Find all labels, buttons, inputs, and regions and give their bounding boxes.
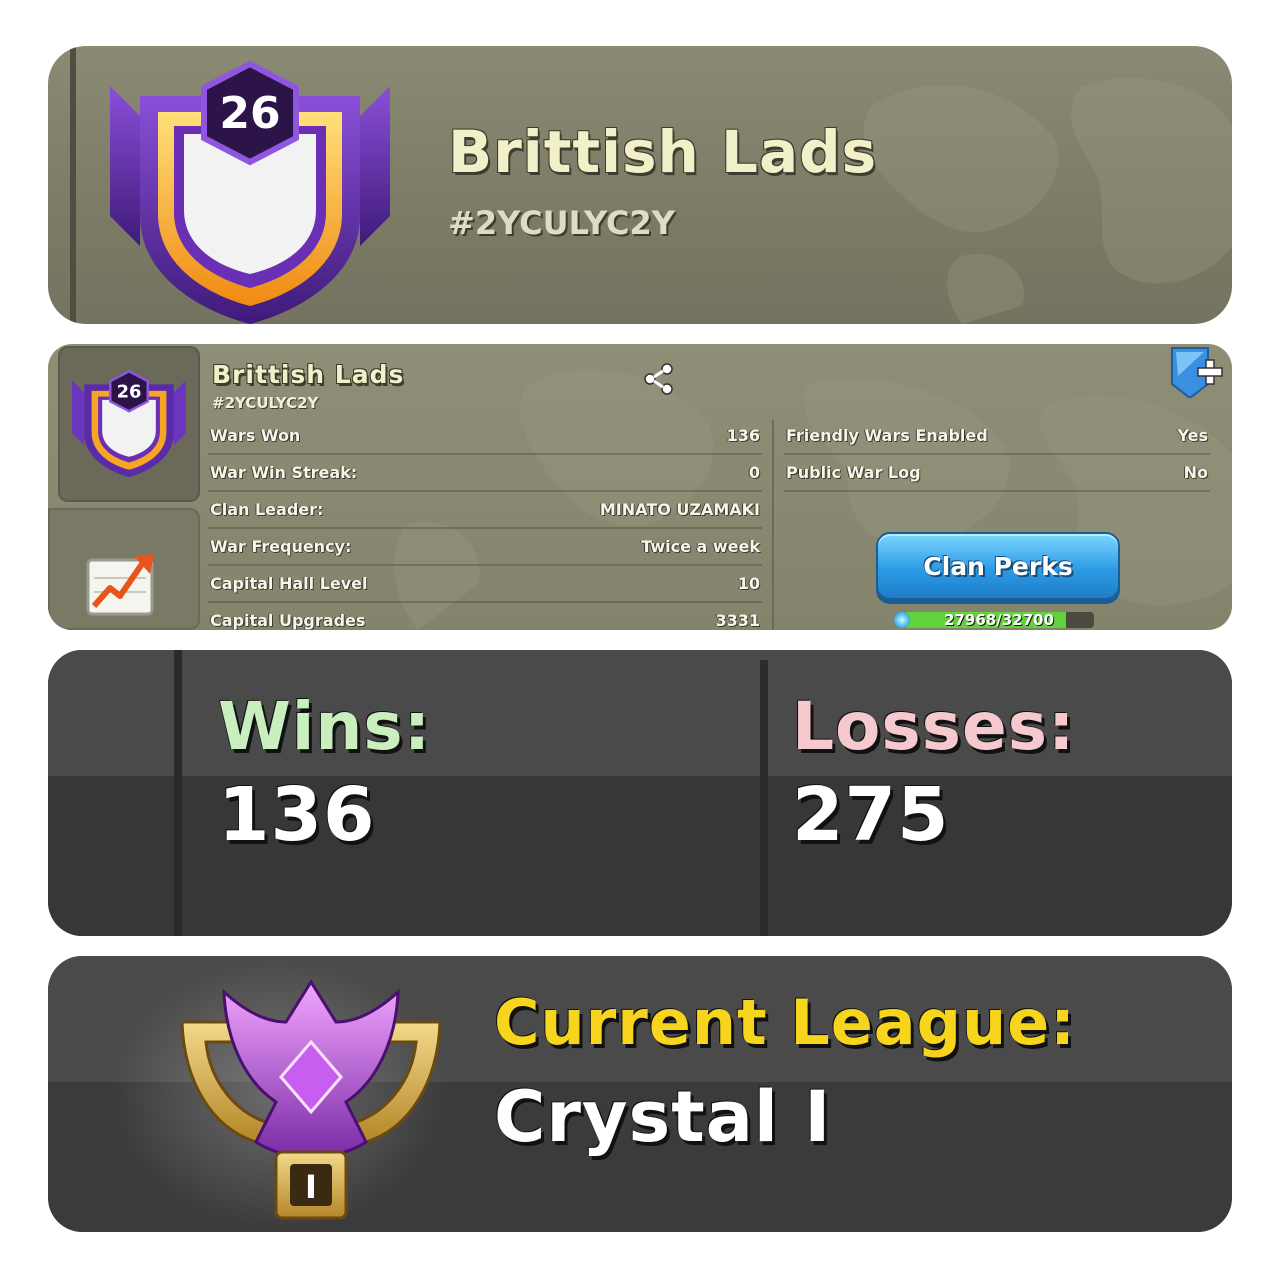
left-divider <box>174 650 182 936</box>
row-value: 136 <box>726 426 760 445</box>
row-value: Yes <box>1177 426 1209 445</box>
current-league-value: Crystal I <box>494 1076 832 1158</box>
row-value: No <box>1183 463 1208 482</box>
clan-header-panel: 26 Brittish Lads #2YCULYC2Y <box>48 46 1232 324</box>
losses-label: Losses: <box>792 688 1076 765</box>
crystal-league-icon: I <box>180 979 442 1220</box>
row-wars-won: Wars Won 136 <box>208 418 762 455</box>
wins-label: Wins: <box>218 688 432 765</box>
row-label: Clan Leader: <box>210 500 324 519</box>
clan-name: Brittish Lads <box>212 360 405 389</box>
row-capital-upgrades: Capital Upgrades 3331 <box>208 603 762 630</box>
clan-info-right-rows: Friendly Wars Enabled Yes Public War Log N… <box>784 418 1210 492</box>
league-tier-mark: I <box>305 1168 317 1206</box>
add-flag-icon[interactable] <box>1168 346 1228 398</box>
clan-name-title: Brittish Lads <box>448 118 878 186</box>
row-label: War Frequency: <box>210 537 352 556</box>
clan-perks-button[interactable]: Clan Perks <box>876 532 1120 600</box>
clan-xp-text: 27968/32700 <box>944 612 1054 628</box>
clan-badge-icon[interactable]: 26 <box>68 358 190 488</box>
column-divider <box>772 420 774 630</box>
share-icon[interactable] <box>642 362 676 396</box>
row-public-war-log: Public War Log No <box>784 455 1210 492</box>
row-value[interactable]: MINATO UZAMAKI <box>600 500 760 519</box>
clan-level-number: 26 <box>117 381 142 402</box>
xp-gem-icon <box>894 612 910 628</box>
row-clan-leader: Clan Leader: MINATO UZAMAKI <box>208 492 762 529</box>
row-label: Public War Log <box>786 463 921 482</box>
league-panel: I Current League: Crystal I <box>48 956 1232 1232</box>
clan-level-badge-number: 26 <box>219 88 280 139</box>
row-friendly-wars: Friendly Wars Enabled Yes <box>784 418 1210 455</box>
row-war-win-streak: War Win Streak: 0 <box>208 455 762 492</box>
middle-divider <box>760 660 768 936</box>
panel-edge <box>70 46 76 324</box>
row-war-frequency: War Frequency: Twice a week <box>208 529 762 566</box>
row-value: 3331 <box>715 611 760 630</box>
trend-chart-icon[interactable] <box>82 542 166 618</box>
wins-value: 136 <box>218 772 376 858</box>
row-label: Wars Won <box>210 426 301 445</box>
row-value: 10 <box>737 574 760 593</box>
row-label: Capital Hall Level <box>210 574 368 593</box>
clan-badge-icon: 26 <box>110 60 390 324</box>
clan-tag: #2YCULYC2Y <box>448 204 675 242</box>
row-capital-hall-level: Capital Hall Level 10 <box>208 566 762 603</box>
war-stats-panel: Wins: 136 Losses: 275 <box>48 650 1232 936</box>
current-league-label: Current League: <box>494 986 1076 1059</box>
row-label: Capital Upgrades <box>210 611 366 630</box>
clan-info-left-rows: Wars Won 136 War Win Streak: 0 Clan Leader… <box>208 418 762 630</box>
row-value: 0 <box>748 463 760 482</box>
clan-xp-progress-bar: 27968/32700 <box>904 612 1094 628</box>
row-value: Twice a week <box>641 537 760 556</box>
clan-details-panel: 26 Brittish Lads #2YCULYC2Y Wars Won 136 … <box>48 344 1232 630</box>
clan-tag: #2YCULYC2Y <box>212 394 319 412</box>
losses-value: 275 <box>792 772 950 858</box>
row-label: War Win Streak: <box>210 463 358 482</box>
row-label: Friendly Wars Enabled <box>786 426 988 445</box>
